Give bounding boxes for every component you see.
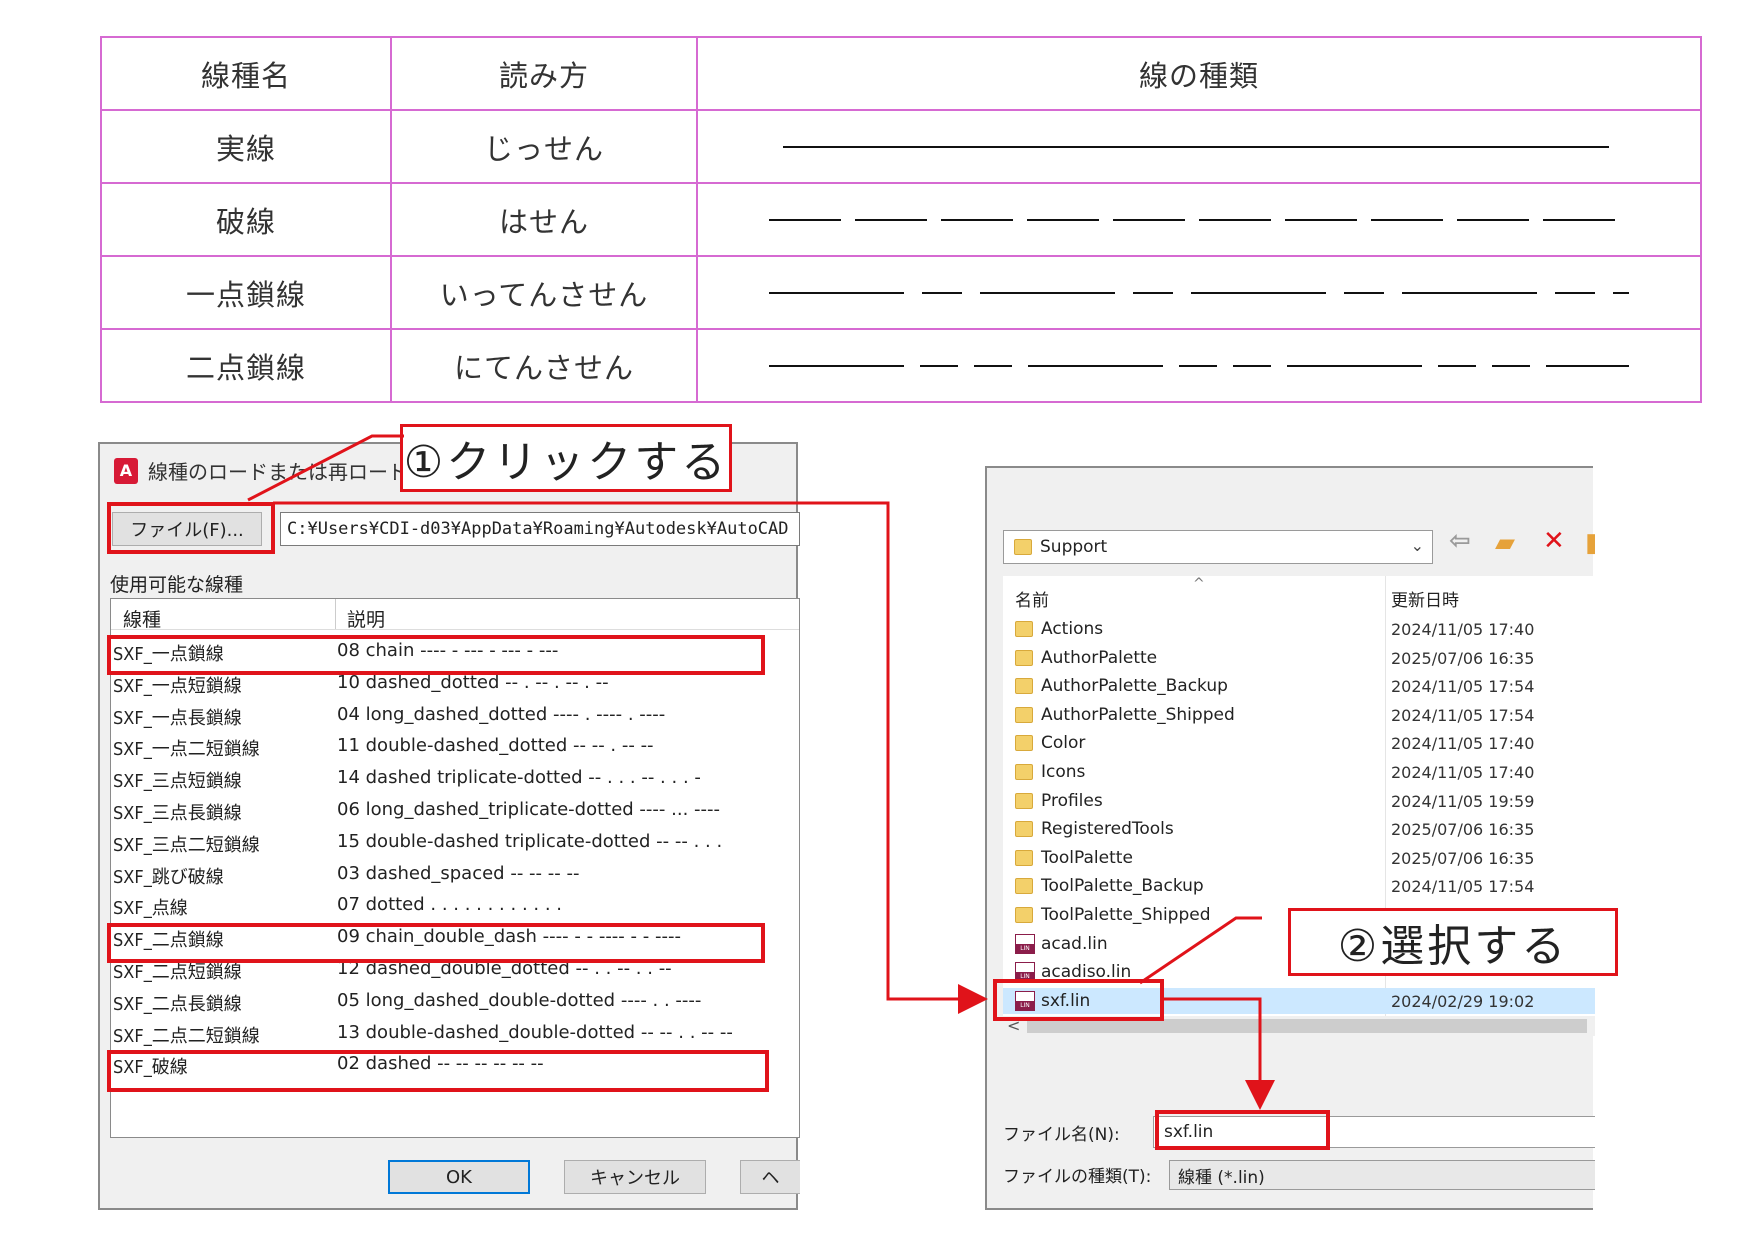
callout1-leader (247, 434, 404, 502)
connector-lines (247, 434, 1275, 1110)
callout2-leader (1139, 916, 1262, 985)
arrow-file-to-list (273, 501, 988, 1014)
arrow-to-filename (1164, 997, 1275, 1110)
